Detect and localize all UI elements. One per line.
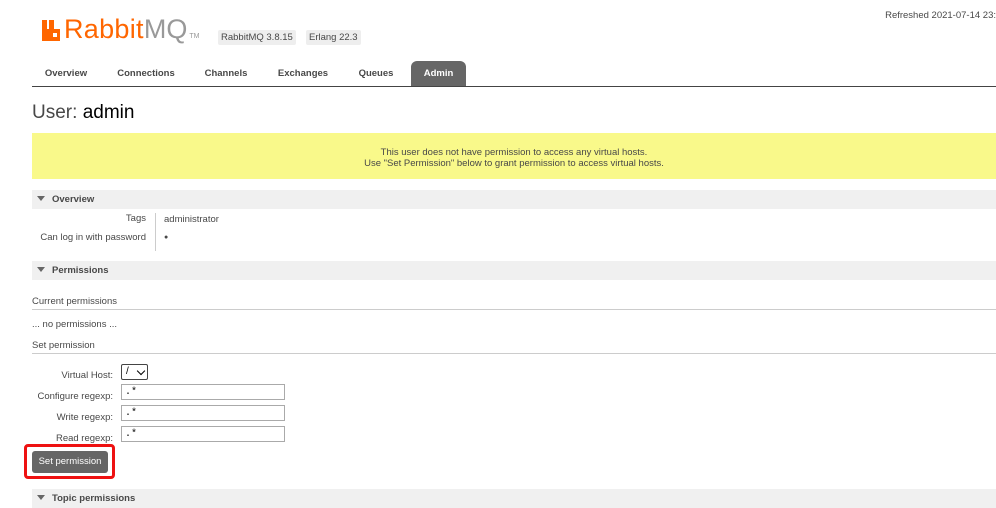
main-nav-tabs: Overview Connections Channels Exchanges …	[32, 61, 996, 87]
version-badge: RabbitMQ 3.8.15	[218, 30, 296, 45]
tab-queues[interactable]: Queues	[350, 61, 402, 86]
current-permissions-heading: Current permissions	[32, 296, 996, 310]
tab-exchanges[interactable]: Exchanges	[268, 61, 338, 86]
login-label: Can log in with password	[40, 232, 146, 243]
section-permissions-header[interactable]: Permissions	[32, 261, 996, 280]
read-regexp-input[interactable]: .*	[121, 426, 285, 442]
section-topic-permissions-title: Topic permissions	[52, 493, 136, 504]
configure-regexp-input[interactable]: .*	[121, 384, 285, 400]
virtual-host-label: Virtual Host:	[61, 370, 113, 381]
tags-label: Tags	[125, 213, 146, 224]
virtual-host-select[interactable]: /	[121, 364, 148, 380]
erlang-badge: Erlang 22.3	[306, 30, 361, 45]
tab-overview[interactable]: Overview	[32, 61, 100, 86]
tab-admin[interactable]: Admin	[411, 61, 466, 86]
tab-channels[interactable]: Channels	[197, 61, 255, 86]
login-value: ●	[164, 234, 169, 241]
write-regexp-input[interactable]: .*	[121, 405, 285, 421]
section-overview-header[interactable]: Overview	[32, 190, 996, 209]
tags-value: administrator	[164, 214, 219, 225]
set-permission-heading: Set permission	[32, 340, 996, 354]
warning-line-2: Use "Set Permission" below to grant perm…	[364, 158, 664, 169]
rabbitmq-logo: Rabbit MQ TM	[40, 14, 200, 44]
tab-connections[interactable]: Connections	[108, 61, 184, 86]
set-permission-button[interactable]: Set permission	[32, 451, 108, 473]
page-title: User: admin	[32, 102, 134, 124]
collapse-triangle-icon	[37, 196, 45, 201]
section-permissions-title: Permissions	[52, 265, 109, 276]
collapse-triangle-icon	[37, 495, 45, 500]
collapse-triangle-icon	[37, 267, 45, 272]
logo-text-rabbit: Rabbit	[64, 14, 144, 44]
rabbitmq-logo-icon	[40, 18, 62, 42]
no-permission-warning: This user does not have permission to ac…	[32, 133, 996, 179]
section-topic-permissions-header[interactable]: Topic permissions	[32, 489, 996, 508]
logo-trademark: TM	[189, 33, 200, 40]
section-overview-title: Overview	[52, 194, 95, 205]
chevron-down-icon	[136, 366, 146, 376]
kv-divider	[155, 213, 156, 251]
refreshed-timestamp[interactable]: Refreshed 2021-07-14 23:	[885, 10, 996, 21]
virtual-host-selected: /	[126, 366, 129, 377]
no-permissions-text: ... no permissions ...	[32, 319, 118, 330]
warning-line-1: This user does not have permission to ac…	[380, 147, 648, 158]
write-regexp-label: Write regexp:	[56, 412, 113, 423]
page-title-username: admin	[82, 102, 135, 123]
read-regexp-label: Read regexp:	[55, 433, 113, 444]
configure-regexp-label: Configure regexp:	[37, 391, 113, 402]
page-title-prefix: User:	[32, 102, 78, 123]
logo-text-mq: MQ	[143, 14, 188, 44]
